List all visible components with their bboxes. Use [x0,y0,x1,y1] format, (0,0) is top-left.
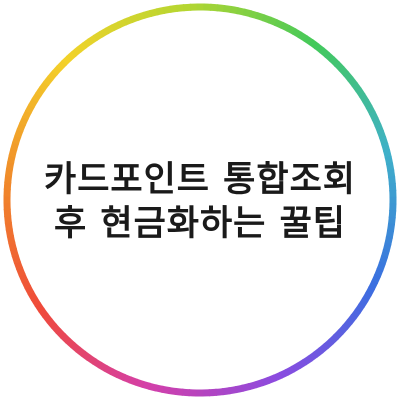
title-block: 카드포인트 통합조회 후 현금화하는 꿀팁 [0,158,400,246]
title-line-1: 카드포인트 통합조회 [44,160,356,200]
thumbnail-canvas: 카드포인트 통합조회 후 현금화하는 꿀팁 [0,0,400,400]
ring-segment [56,60,67,71]
title-line-2: 후 현금화하는 꿀팁 [54,204,346,244]
